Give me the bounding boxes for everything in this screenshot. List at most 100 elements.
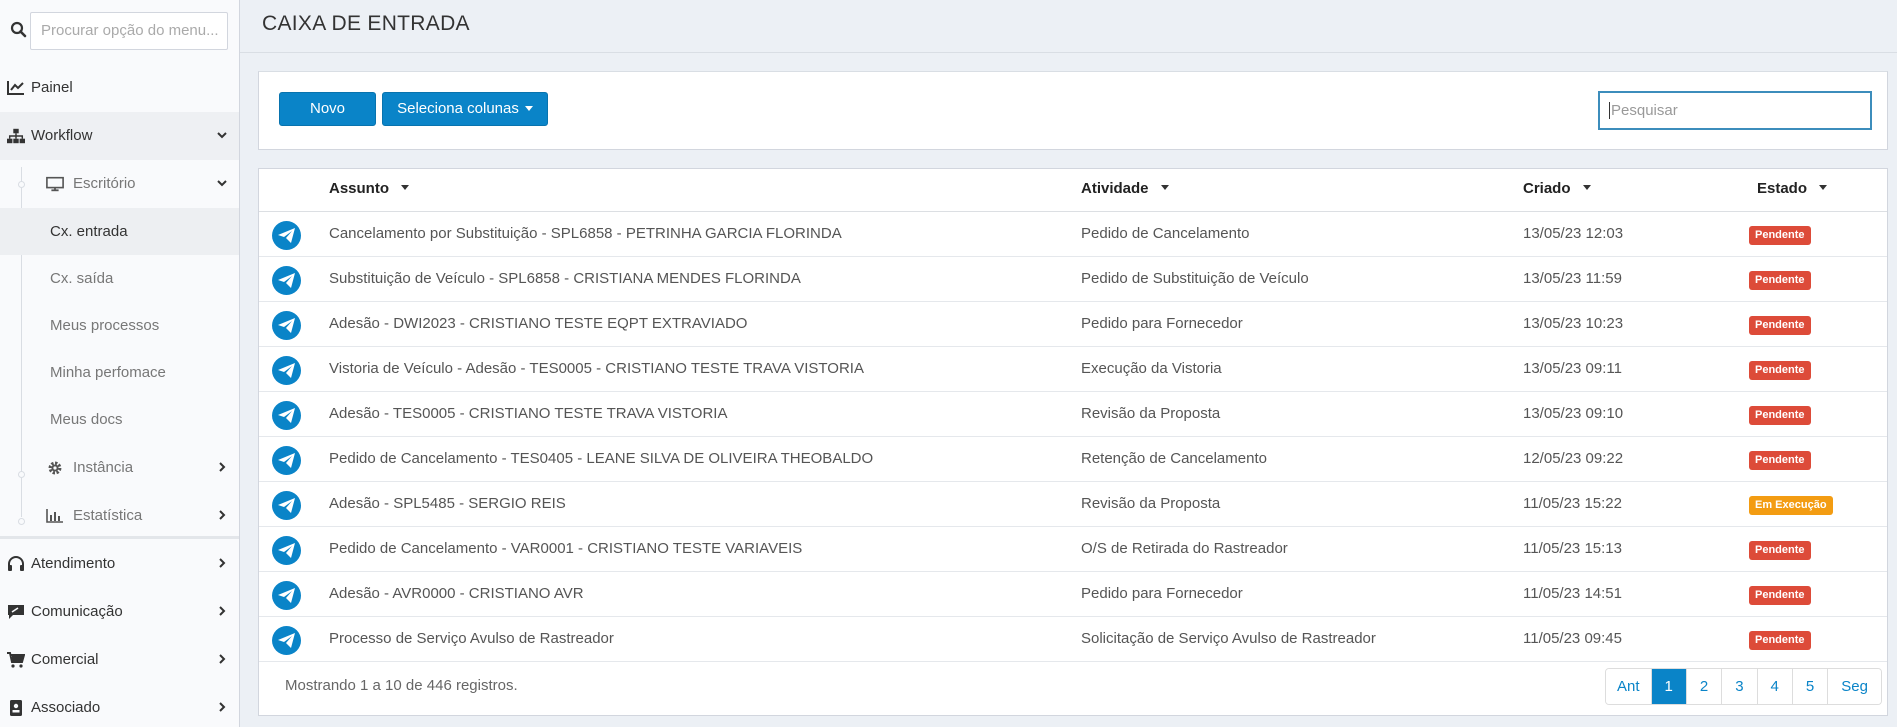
cell-atividade: Pedido de Substituição de Veículo (1081, 270, 1309, 287)
pagination: Ant 1 2 3 4 5 Seg (1605, 668, 1882, 705)
toolbar-panel: Novo Seleciona colunas Pesquisar (258, 71, 1888, 150)
table-row[interactable]: Cancelamento por Substituição - SPL6858 … (259, 212, 1887, 257)
cell-assunto[interactable]: Pedido de Cancelamento - VAR0001 - CRIST… (329, 540, 802, 557)
paper-plane-icon (278, 228, 295, 243)
page-link[interactable]: 2 (1685, 669, 1722, 704)
status-badge: Pendente (1749, 451, 1811, 470)
cell-atividade: O/S de Retirada do Rastreador (1081, 540, 1288, 557)
new-button[interactable]: Novo (279, 92, 376, 126)
table-row[interactable]: Adesão - SPL5485 - SERGIO REIS Revisão da… (259, 482, 1887, 527)
send-icon[interactable] (272, 356, 301, 385)
sidebar-item-associado[interactable]: Associado (0, 684, 239, 727)
send-icon[interactable] (272, 311, 301, 340)
cell-criado: 13/05/23 09:10 (1523, 405, 1624, 422)
sidebar-item-instancia[interactable]: Instância (0, 444, 239, 492)
cell-assunto[interactable]: Adesão - TES0005 - CRISTIANO TESTE TRAVA… (329, 405, 727, 422)
sidebar-item-comunicacao[interactable]: Comunicação (0, 588, 239, 636)
sidebar-item-meus-docs[interactable]: Meus docs (0, 396, 239, 443)
paper-plane-icon (278, 588, 295, 603)
table-row[interactable]: Adesão - AVR0000 - CRISTIANO AVR Pedido p… (259, 572, 1887, 617)
column-header-assunto[interactable]: Assunto (329, 180, 409, 197)
sidebar-item-minha-perfomace[interactable]: Minha perfomace (0, 349, 239, 396)
column-header-label: Estado (1757, 180, 1808, 197)
sidebar-item-atendimento[interactable]: Atendimento (0, 540, 239, 588)
paper-plane-icon (278, 453, 295, 468)
cell-criado: 13/05/23 11:59 (1523, 270, 1622, 287)
sidebar-item-comercial[interactable]: Comercial (0, 636, 239, 684)
sidebar-search: Procurar opção do menu... (0, 0, 239, 62)
chevron-down-icon (217, 132, 227, 139)
column-header-atividade[interactable]: Atividade (1081, 180, 1169, 197)
page-link[interactable]: 3 (1721, 669, 1757, 704)
paper-plane-icon (278, 543, 295, 558)
sidebar-item-escritorio[interactable]: Escritório (0, 160, 239, 208)
cell-assunto[interactable]: Adesão - SPL5485 - SERGIO REIS (329, 495, 566, 512)
sidebar-item-workflow[interactable]: Workflow (0, 112, 239, 160)
column-header-estado[interactable]: Estado (1757, 180, 1828, 197)
send-icon[interactable] (272, 536, 301, 565)
page-title: CAIXA DE ENTRADA (262, 12, 470, 35)
cell-assunto[interactable]: Adesão - DWI2023 - CRISTIANO TESTE EQPT … (329, 315, 747, 332)
table-row[interactable]: Processo de Serviço Avulso de Rastreador… (259, 617, 1887, 662)
sidebar-item-label: Instância (73, 459, 134, 476)
page-link[interactable]: 4 (1756, 669, 1792, 704)
table-row[interactable]: Adesão - DWI2023 - CRISTIANO TESTE EQPT … (259, 302, 1887, 347)
paper-plane-icon (278, 363, 295, 378)
paper-plane-icon (278, 408, 295, 423)
cell-assunto[interactable]: Substituição de Veículo - SPL6858 - CRIS… (329, 270, 801, 287)
page-link[interactable]: Ant (1606, 669, 1651, 704)
column-header-criado[interactable]: Criado (1523, 180, 1591, 197)
sidebar-item-painel[interactable]: Painel (0, 64, 239, 112)
search-icon (10, 21, 27, 38)
page-link[interactable]: 5 (1791, 669, 1828, 704)
cell-assunto[interactable]: Pedido de Cancelamento - TES0405 - LEANE… (329, 450, 873, 467)
title-divider (240, 52, 1897, 53)
send-icon[interactable] (272, 491, 301, 520)
search-input[interactable]: Pesquisar (1598, 91, 1872, 130)
status-badge: Pendente (1749, 631, 1811, 650)
send-icon[interactable] (272, 446, 301, 475)
table-row[interactable]: Pedido de Cancelamento - TES0405 - LEANE… (259, 437, 1887, 482)
select-columns-button[interactable]: Seleciona colunas (382, 92, 548, 126)
paper-plane-icon (278, 633, 295, 648)
page-link[interactable]: Seg (1827, 669, 1881, 704)
sidebar-item-cx-saida[interactable]: Cx. saída (0, 255, 239, 302)
send-icon[interactable] (272, 221, 301, 250)
sidebar-item-meus-processos[interactable]: Meus processos (0, 302, 239, 349)
cell-assunto[interactable]: Cancelamento por Substituição - SPL6858 … (329, 225, 842, 242)
table-row[interactable]: Adesão - TES0005 - CRISTIANO TESTE TRAVA… (259, 392, 1887, 437)
sidebar-item-label: Atendimento (31, 555, 116, 572)
cell-criado: 11/05/23 15:13 (1523, 540, 1622, 557)
chevron-right-icon (219, 510, 226, 520)
cell-assunto[interactable]: Processo de Serviço Avulso de Rastreador (329, 630, 614, 647)
table-row[interactable]: Pedido de Cancelamento - VAR0001 - CRIST… (259, 527, 1887, 572)
sidebar-search-input[interactable]: Procurar opção do menu... (30, 12, 228, 50)
send-icon[interactable] (272, 401, 301, 430)
column-header-label: Criado (1523, 180, 1571, 197)
send-icon[interactable] (272, 626, 301, 655)
table-row[interactable]: Vistoria de Veículo - Adesão - TES0005 -… (259, 347, 1887, 392)
cell-atividade: Revisão da Proposta (1081, 495, 1221, 512)
sidebar-item-label: Escritório (73, 175, 136, 192)
chevron-right-icon (219, 558, 226, 568)
shopping-cart-icon (7, 652, 25, 668)
cell-atividade: Pedido para Fornecedor (1081, 315, 1243, 332)
send-icon[interactable] (272, 581, 301, 610)
cell-criado: 11/05/23 09:45 (1523, 630, 1622, 647)
line-chart-icon (7, 81, 24, 95)
sidebar-item-label: Painel (31, 79, 73, 96)
status-badge: Pendente (1749, 271, 1811, 290)
status-badge: Pendente (1749, 406, 1811, 425)
table-row[interactable]: Substituição de Veículo - SPL6858 - CRIS… (259, 257, 1887, 302)
column-header-label: Assunto (329, 180, 389, 197)
cell-assunto[interactable]: Vistoria de Veículo - Adesão - TES0005 -… (329, 360, 864, 377)
cell-atividade: Revisão da Proposta (1081, 405, 1221, 422)
send-icon[interactable] (272, 266, 301, 295)
page-link[interactable]: 1 (1650, 669, 1686, 704)
cell-assunto[interactable]: Adesão - AVR0000 - CRISTIANO AVR (329, 585, 584, 602)
sidebar-item-estatistica[interactable]: Estatística (0, 492, 239, 540)
sidebar-item-label: Comunicação (31, 603, 123, 620)
desktop-icon (46, 176, 64, 192)
sidebar-item-cx-entrada[interactable]: Cx. entrada (0, 208, 239, 255)
new-button-label: Novo (309, 100, 346, 117)
